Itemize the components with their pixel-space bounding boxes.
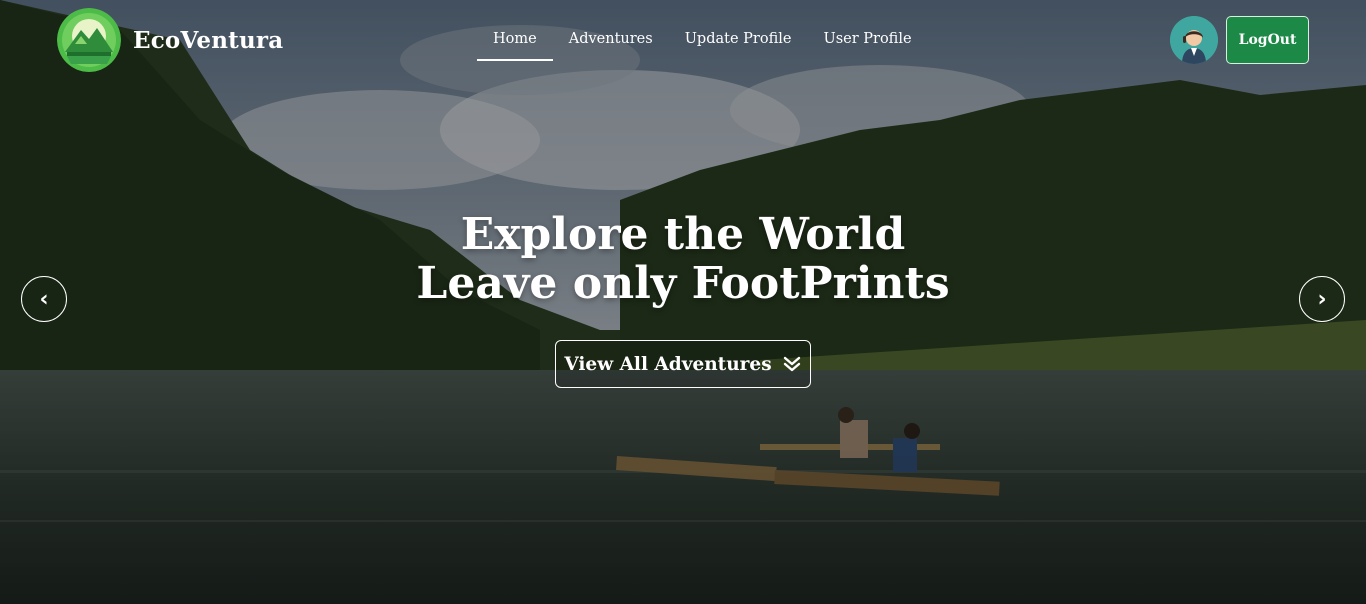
nav-item-home[interactable]: Home: [477, 20, 553, 61]
headline-line-1: Explore the World: [460, 209, 906, 260]
user-avatar-icon: [1170, 16, 1218, 64]
logout-button[interactable]: LogOut: [1226, 16, 1309, 64]
nav-item-adventures[interactable]: Adventures: [553, 20, 669, 61]
chevron-right-icon: ›: [1317, 286, 1327, 312]
brand[interactable]: EcoVentura: [57, 8, 283, 72]
view-all-adventures-button[interactable]: View All Adventures: [555, 340, 811, 388]
nav-item-user-profile[interactable]: User Profile: [807, 20, 927, 61]
nav-item-update-profile[interactable]: Update Profile: [669, 20, 808, 61]
carousel-prev-button[interactable]: ‹: [21, 276, 67, 322]
carousel-next-button[interactable]: ›: [1299, 276, 1345, 322]
mountain-logo-icon: [57, 8, 121, 72]
headline-line-2: Leave only FootPrints: [416, 258, 950, 309]
double-chevron-down-icon: [783, 356, 800, 372]
hero-headline: Explore the World Leave only FootPrints: [0, 210, 1366, 308]
user-avatar[interactable]: [1170, 16, 1218, 64]
chevron-left-icon: ‹: [39, 286, 49, 312]
main-nav: Home Adventures Update Profile User Prof…: [477, 20, 928, 61]
cta-label: View All Adventures: [564, 353, 772, 375]
brand-name: EcoVentura: [133, 26, 284, 54]
